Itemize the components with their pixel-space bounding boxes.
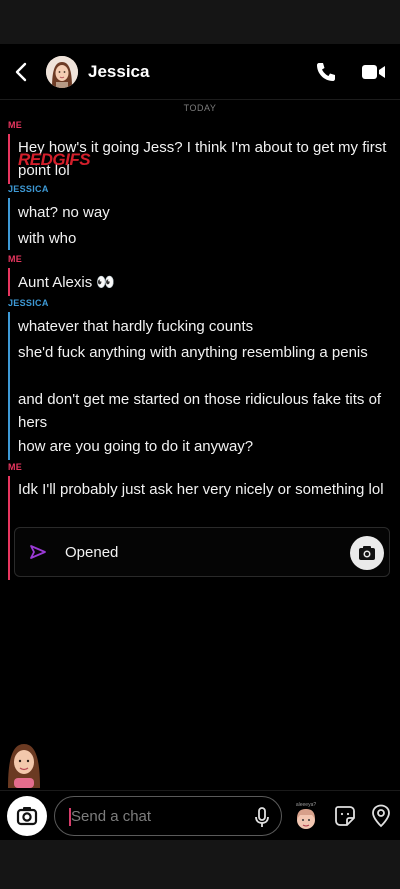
home-indicator-area bbox=[0, 840, 400, 889]
chat-header: Jessica bbox=[0, 44, 400, 100]
camera-icon bbox=[16, 807, 38, 826]
date-divider: TODAY bbox=[183, 103, 217, 113]
reply-camera-button[interactable] bbox=[350, 536, 384, 570]
sticker-icon bbox=[335, 806, 355, 826]
bitmoji-caption: aleeeya? bbox=[296, 802, 317, 808]
sender-label-me: ME bbox=[8, 462, 23, 472]
camera-button[interactable] bbox=[7, 796, 47, 836]
camera-icon bbox=[359, 546, 375, 560]
sender-label-jessica: JESSICA bbox=[8, 298, 49, 308]
avatar-icon bbox=[46, 56, 78, 88]
friend-bitmoji bbox=[4, 740, 44, 788]
message-bar-me bbox=[8, 134, 10, 184]
message-text[interactable]: with who bbox=[18, 227, 393, 250]
video-call-button[interactable] bbox=[361, 60, 387, 84]
message-bar-me bbox=[8, 268, 10, 296]
bitmoji-button[interactable]: aleeeya? bbox=[292, 801, 320, 831]
sender-label-me: ME bbox=[8, 120, 23, 130]
sticker-button[interactable] bbox=[334, 805, 356, 827]
watermark-logo: REDGIFS bbox=[18, 150, 91, 169]
sender-label-jessica: JESSICA bbox=[8, 184, 49, 194]
chat-input[interactable]: Send a chat bbox=[54, 796, 282, 836]
message-text[interactable]: whatever that hardly fucking counts bbox=[18, 315, 393, 338]
location-button[interactable] bbox=[370, 804, 392, 828]
status-bar-area bbox=[0, 0, 400, 44]
voice-call-button[interactable] bbox=[314, 60, 338, 84]
sender-label-me: ME bbox=[8, 254, 23, 264]
message-text[interactable]: and don't get me started on those ridicu… bbox=[18, 388, 393, 434]
video-camera-icon bbox=[362, 65, 385, 79]
chat-thread[interactable]: TODAY ME Hey how's it going Jess? I thin… bbox=[0, 100, 400, 790]
message-text[interactable]: she'd fuck anything with anything resemb… bbox=[18, 341, 393, 364]
message-text[interactable]: how are you going to do it anyway? bbox=[18, 435, 393, 458]
contact-avatar[interactable] bbox=[46, 56, 78, 88]
message-bar-jessica bbox=[8, 312, 10, 460]
chat-input-placeholder: Send a chat bbox=[71, 808, 152, 825]
snap-opened-card[interactable]: Opened bbox=[14, 527, 390, 577]
sent-arrow-icon bbox=[29, 544, 47, 560]
microphone-icon bbox=[255, 807, 269, 827]
message-bar-jessica bbox=[8, 198, 10, 250]
chevron-left-icon bbox=[15, 62, 27, 82]
message-bar-me bbox=[8, 476, 10, 580]
back-button[interactable] bbox=[10, 60, 34, 84]
map-pin-icon bbox=[372, 804, 390, 828]
bitmoji-icon: aleeeya? bbox=[296, 802, 317, 829]
snap-status: Opened bbox=[65, 544, 119, 561]
phone-icon bbox=[317, 63, 335, 81]
composer-bar: Send a chat aleeeya? bbox=[0, 790, 400, 840]
voice-note-button[interactable] bbox=[253, 807, 271, 829]
message-text[interactable]: Idk I'll probably just ask her very nice… bbox=[18, 478, 393, 501]
contact-name[interactable]: Jessica bbox=[88, 62, 149, 82]
message-text[interactable]: what? no way bbox=[18, 201, 393, 224]
message-text[interactable]: Aunt Alexis 👀 bbox=[18, 271, 393, 294]
